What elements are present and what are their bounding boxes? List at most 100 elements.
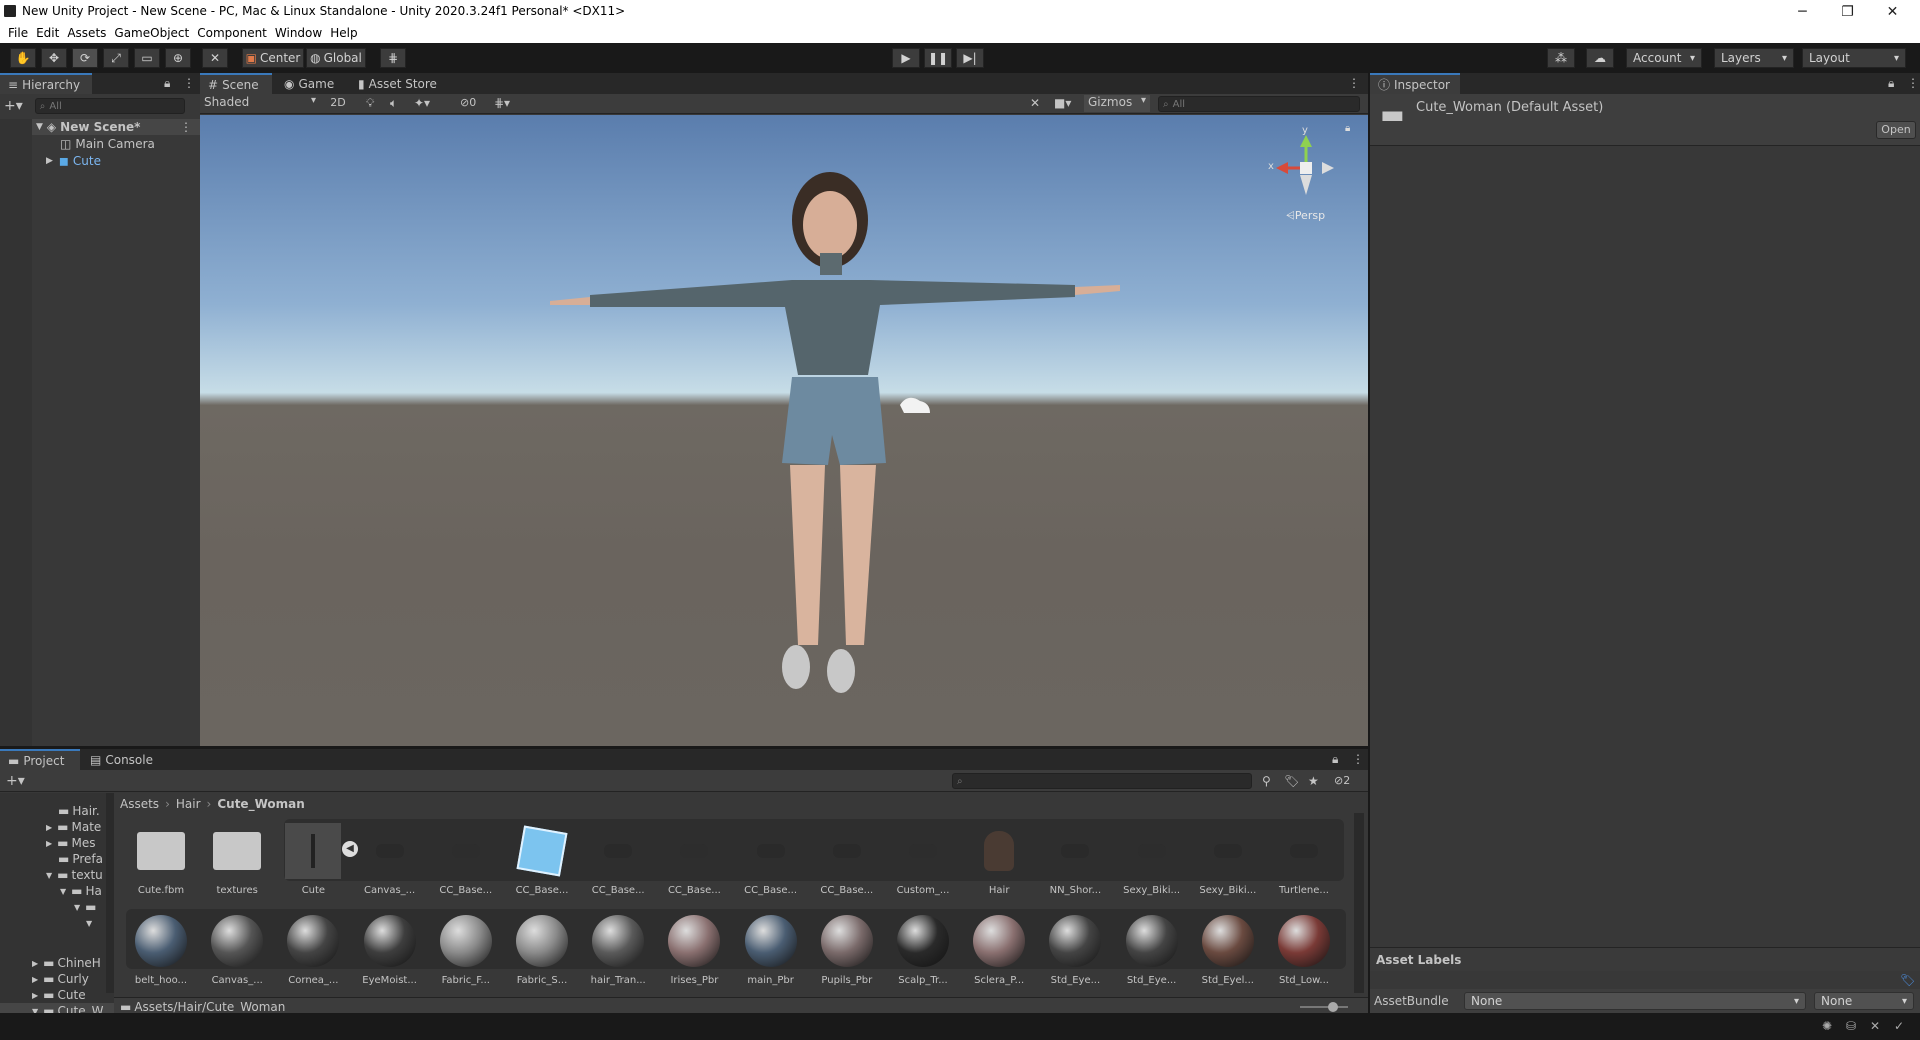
tree-item-textures-hair[interactable]: ▼ ▬ Ha: [60, 883, 102, 899]
expand-arrow-icon[interactable]: ▶: [46, 823, 52, 832]
move-tool-icon[interactable]: ✥: [41, 48, 67, 68]
tree-item-cute[interactable]: ▶ ▬ Cute: [32, 987, 86, 1003]
tab-hierarchy[interactable]: ≡ Hierarchy: [0, 73, 92, 94]
orientation-gizmo[interactable]: x y: [1266, 125, 1346, 203]
search-by-label-icon[interactable]: 🏷︎: [1284, 774, 1299, 788]
gizmo-lock-icon[interactable]: 🔒︎: [1345, 123, 1350, 134]
gizmos-dropdown[interactable]: Gizmos ▾: [1084, 95, 1150, 112]
tab-asset-store[interactable]: ▮ Asset Store: [350, 73, 450, 94]
lock-icon[interactable]: 🔒︎: [164, 76, 170, 91]
material-item[interactable]: Fabric_F...: [433, 913, 499, 986]
close-button[interactable]: ✕: [1870, 0, 1915, 23]
hierarchy-item-main-camera[interactable]: ◫ Main Camera: [60, 136, 155, 152]
2d-toggle[interactable]: 2D: [326, 96, 350, 112]
build-icon[interactable]: ⛁: [1846, 1019, 1856, 1033]
expand-arrow-icon[interactable]: ▶: [32, 991, 38, 1000]
tree-item-hair[interactable]: ▬ Hair.: [58, 803, 100, 819]
material-item[interactable]: belt_hoo...: [128, 913, 194, 986]
tools-icon[interactable]: ✕: [1030, 96, 1040, 110]
tree-item-curly[interactable]: ▶ ▬ Curly: [32, 971, 89, 987]
pivot-global-button[interactable]: ◍ Global: [306, 48, 366, 68]
more-icon[interactable]: ⋮: [1907, 76, 1919, 90]
material-item[interactable]: Cornea_...: [280, 913, 346, 986]
play-button[interactable]: ▶: [892, 48, 920, 68]
tab-scene[interactable]: # Scene: [200, 73, 272, 94]
tree-item-subfolder-child[interactable]: ▼: [86, 915, 92, 931]
material-item[interactable]: EyeMoist...: [357, 913, 423, 986]
tree-item-meshes[interactable]: ▶ ▬ Mes: [46, 835, 96, 851]
asset-grid-scrollbar[interactable]: [1354, 813, 1364, 993]
cloud-icon[interactable]: ☁: [1586, 48, 1614, 68]
shading-mode-dropdown[interactable]: Shaded ▾: [204, 95, 320, 112]
collab-icon[interactable]: ⁂: [1547, 48, 1575, 68]
rotate-tool-icon[interactable]: ⟳: [72, 48, 98, 68]
hierarchy-item-cute[interactable]: ▶ ◼ Cute: [46, 153, 101, 169]
hand-tool-icon[interactable]: ✋: [10, 48, 36, 68]
material-item[interactable]: Irises_Pbr: [661, 913, 727, 986]
material-item[interactable]: Sclera_P...: [966, 913, 1032, 986]
tree-item-prefabs[interactable]: ▬ Prefa: [58, 851, 103, 867]
expand-arrow-icon[interactable]: ▶: [46, 156, 53, 166]
expand-arrow-icon[interactable]: ▶: [32, 975, 38, 984]
tree-scrollbar[interactable]: [106, 793, 114, 993]
tree-item-materials[interactable]: ▶ ▬ Mate: [46, 819, 101, 835]
tab-project[interactable]: ▬ Project: [0, 749, 80, 770]
custom-tool-icon[interactable]: ✕: [202, 48, 228, 68]
tree-item-subfolder[interactable]: ▼ ▬: [74, 899, 97, 915]
more-icon[interactable]: ⋮: [180, 120, 192, 134]
material-item[interactable]: Std_Eye...: [1119, 913, 1185, 986]
tab-inspector[interactable]: ⓘ Inspector: [1370, 73, 1460, 94]
menu-assets[interactable]: Assets: [67, 26, 106, 40]
material-item[interactable]: Scalp_Tr...: [890, 913, 956, 986]
layers-dropdown[interactable]: Layers ▾: [1714, 48, 1794, 68]
pivot-center-button[interactable]: ▣ Center: [242, 48, 304, 68]
hidden-packages-icon[interactable]: ⊘2: [1334, 774, 1350, 787]
step-button[interactable]: ▶|: [956, 48, 984, 68]
scale-tool-icon[interactable]: ⤢: [103, 48, 129, 68]
account-dropdown[interactable]: Account ▾: [1626, 48, 1702, 68]
rect-tool-icon[interactable]: ▭: [134, 48, 160, 68]
asset-item[interactable]: Sexy_Biki...: [1195, 823, 1261, 896]
scene-row[interactable]: ▼ ◈ New Scene* ⋮: [32, 119, 200, 135]
assetbundle-dropdown[interactable]: None: [1464, 992, 1806, 1010]
menu-help[interactable]: Help: [330, 26, 357, 40]
menu-edit[interactable]: Edit: [36, 26, 59, 40]
open-button[interactable]: Open: [1876, 121, 1916, 139]
asset-item[interactable]: CC_Base...: [738, 823, 804, 896]
hidden-objects-icon[interactable]: ⊘0: [460, 96, 476, 109]
breadcrumb-assets[interactable]: Assets: [120, 797, 159, 811]
more-icon[interactable]: ⋮: [183, 76, 195, 90]
slider-handle[interactable]: [1328, 1002, 1338, 1012]
debug-icon[interactable]: ✺: [1822, 1019, 1832, 1033]
check-icon[interactable]: ✓: [1894, 1019, 1904, 1033]
asset-item[interactable]: CC_Base...: [585, 823, 651, 896]
audio-icon[interactable]: 🔈︎: [390, 96, 397, 111]
layout-dropdown[interactable]: Layout ▾: [1802, 48, 1906, 68]
add-icon[interactable]: +▾: [4, 98, 23, 114]
lighting-icon[interactable]: 💡︎: [366, 96, 374, 111]
grid-snap-icon[interactable]: ⋕: [380, 48, 406, 68]
pause-button[interactable]: ❚❚: [924, 48, 952, 68]
asset-item[interactable]: Custom_...: [890, 823, 956, 896]
search-by-type-icon[interactable]: ⚲: [1262, 774, 1271, 788]
lock-icon[interactable]: 🔒︎: [1888, 76, 1894, 91]
asset-item[interactable]: NN_Shor...: [1042, 823, 1108, 896]
breadcrumb-hair[interactable]: Hair: [176, 797, 201, 811]
asset-item[interactable]: Turtlene...: [1271, 823, 1337, 896]
asset-item[interactable]: Hair: [966, 823, 1032, 896]
assetbundle-variant-dropdown[interactable]: None: [1814, 992, 1914, 1010]
more-icon[interactable]: ⋮: [1352, 752, 1364, 766]
asset-item[interactable]: Cute.fbm: [128, 823, 194, 896]
asset-item[interactable]: CC_Base...: [509, 823, 575, 896]
asset-item[interactable]: CC_Base...: [661, 823, 727, 896]
expand-arrow-icon[interactable]: ▼: [60, 887, 66, 896]
tab-game[interactable]: ◉ Game: [276, 73, 340, 94]
expand-arrow-icon[interactable]: ▼: [86, 919, 92, 928]
material-item[interactable]: Pupils_Pbr: [814, 913, 880, 986]
tree-item-chinese-hair[interactable]: ▶ ▬ ChineH: [32, 955, 101, 971]
expand-arrow-icon[interactable]: ▶: [46, 839, 52, 848]
tab-console[interactable]: ▤ Console: [82, 749, 162, 770]
lock-icon[interactable]: 🔒︎: [1332, 752, 1338, 767]
cache-icon[interactable]: ✕: [1870, 1019, 1880, 1033]
expand-arrow-icon[interactable]: ▼: [46, 871, 52, 880]
